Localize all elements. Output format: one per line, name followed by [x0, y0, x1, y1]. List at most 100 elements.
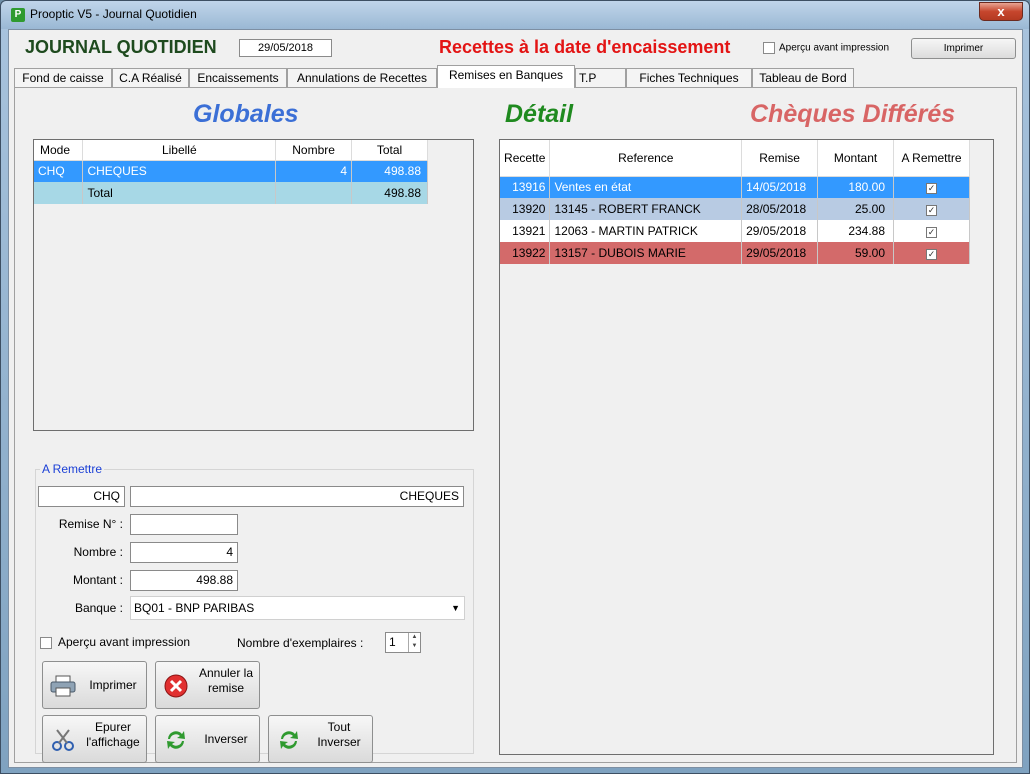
- globales-table: Mode Libellé Nombre Total CHQ CHEQUES 4 …: [34, 140, 428, 204]
- mode-label-field[interactable]: CHEQUES: [130, 486, 464, 507]
- tab-ca-realise[interactable]: C.A Réalisé: [112, 68, 189, 87]
- epurer-affichage-button[interactable]: Epurer l'affichage: [42, 715, 147, 763]
- banque-label: Banque :: [74, 601, 123, 615]
- col-mode[interactable]: Mode: [34, 140, 84, 161]
- inverser-button[interactable]: Inverser: [155, 715, 260, 763]
- close-button[interactable]: x: [979, 2, 1023, 21]
- globales-title: Globales: [193, 100, 299, 128]
- cell-remise: 29/05/2018: [741, 220, 819, 242]
- tab-tableau-de-bord[interactable]: Tableau de Bord: [752, 68, 854, 87]
- tab-encaissements[interactable]: Encaissements: [189, 68, 287, 87]
- tab-annulations[interactable]: Annulations de Recettes: [287, 68, 437, 87]
- apercu-label: Aperçu avant impression: [58, 635, 191, 649]
- cell-recette: 13920: [500, 198, 551, 220]
- a-remettre-checkbox[interactable]: ✓: [926, 183, 937, 195]
- cheques-differes-title: Chèques Différés: [750, 100, 956, 128]
- title-bar: P Prooptic V5 - Journal Quotidien x: [1, 1, 1029, 29]
- detail-title: Détail: [505, 100, 574, 128]
- cell-recette: 13916: [500, 176, 551, 198]
- remise-number-field[interactable]: [130, 514, 238, 535]
- mode-code-field[interactable]: CHQ: [38, 486, 125, 507]
- cell-montant: 59.00: [817, 242, 895, 264]
- col-a-remettre[interactable]: A Remettre: [893, 140, 970, 177]
- table-row-total[interactable]: Total 498.88: [34, 182, 428, 204]
- montant-field[interactable]: 498.88: [130, 570, 238, 591]
- app-window: P Prooptic V5 - Journal Quotidien x JOUR…: [0, 0, 1030, 774]
- montant-label: Montant :: [72, 573, 123, 587]
- col-nombre[interactable]: Nombre: [275, 140, 353, 161]
- col-recette[interactable]: Recette: [500, 140, 551, 177]
- cell-montant: 234.88: [817, 220, 895, 242]
- col-remise[interactable]: Remise: [741, 140, 819, 177]
- cell-total: 498.88: [351, 182, 428, 204]
- cell-mode: CHQ: [34, 160, 84, 182]
- a-remettre-legend: A Remettre: [42, 462, 103, 476]
- tab-remises-en-banques[interactable]: Remises en Banques: [437, 65, 575, 88]
- inverser-label: Inverser: [204, 732, 248, 746]
- a-remettre-checkbox[interactable]: ✓: [926, 205, 937, 216]
- cell-remise: 29/05/2018: [741, 242, 819, 264]
- cell-recette: 13922: [500, 242, 551, 264]
- top-apercu-checkbox[interactable]: Aperçu avant impression: [763, 42, 889, 54]
- nombre-label: Nombre :: [73, 545, 123, 559]
- cell-a-remettre: ✓: [893, 242, 970, 264]
- detail-grid[interactable]: Recette Reference Remise Montant A Remet…: [499, 139, 994, 755]
- col-montant[interactable]: Montant: [817, 140, 895, 177]
- client-area: JOURNAL QUOTIDIEN 29/05/2018 Recettes à …: [8, 29, 1023, 768]
- table-row[interactable]: CHQ CHEQUES 4 498.88: [34, 160, 428, 182]
- col-libelle[interactable]: Libellé: [82, 140, 277, 161]
- exemplaires-value: 1: [389, 635, 396, 649]
- cell-remise: 28/05/2018: [741, 198, 819, 220]
- apercu-box[interactable]: [40, 636, 52, 649]
- tab-fond-de-caisse[interactable]: Fond de caisse: [14, 68, 112, 87]
- chevron-down-icon[interactable]: ▼: [451, 597, 460, 619]
- tab-fiches-techniques[interactable]: Fiches Techniques: [626, 68, 752, 87]
- tab-tp[interactable]: T.P: [575, 68, 626, 87]
- cell-reference: 13157 - DUBOIS MARIE: [549, 242, 743, 264]
- globales-grid[interactable]: Mode Libellé Nombre Total CHQ CHEQUES 4 …: [33, 139, 474, 431]
- cell-montant: 25.00: [817, 198, 895, 220]
- annuler-label-line1: Annuler la: [198, 666, 254, 680]
- col-total[interactable]: Total: [351, 140, 428, 161]
- a-remettre-checkbox[interactable]: ✓: [926, 227, 937, 238]
- top-print-button[interactable]: Imprimer: [911, 38, 1016, 59]
- banque-value: BQ01 - BNP PARIBAS: [134, 601, 255, 615]
- top-apercu-box[interactable]: [763, 42, 775, 54]
- recettes-title: Recettes à la date d'encaissement: [439, 37, 731, 57]
- detail-table: Recette Reference Remise Montant A Remet…: [500, 140, 970, 264]
- annuler-remise-button[interactable]: Annuler la remise: [155, 661, 260, 709]
- cell-a-remettre: ✓: [893, 176, 970, 198]
- cancel-x-icon: [164, 674, 188, 698]
- cell-mode: [34, 182, 84, 204]
- window-title: Prooptic V5 - Journal Quotidien: [30, 7, 197, 21]
- tout-inverser-button[interactable]: Tout Inverser: [268, 715, 373, 763]
- col-reference[interactable]: Reference: [549, 140, 743, 177]
- cell-reference: 12063 - MARTIN PATRICK: [549, 220, 743, 242]
- stepper-arrows-icon[interactable]: ▲ ▼: [408, 633, 420, 652]
- table-row[interactable]: 13916 Ventes en état 14/05/2018 180.00 ✓: [500, 176, 970, 198]
- cell-a-remettre: ✓: [893, 198, 970, 220]
- detail-header-row: Recette Reference Remise Montant A Remet…: [500, 140, 970, 177]
- journal-date-field[interactable]: 29/05/2018: [239, 39, 332, 57]
- table-row[interactable]: 13922 13157 - DUBOIS MARIE 29/05/2018 59…: [500, 242, 970, 264]
- page-title: JOURNAL QUOTIDIEN: [25, 37, 217, 57]
- refresh-arrows-icon: [280, 731, 298, 749]
- tout-label-line1: Tout: [327, 720, 351, 734]
- top-apercu-label: Aperçu avant impression: [779, 42, 890, 54]
- table-row[interactable]: 13921 12063 - MARTIN PATRICK 29/05/2018 …: [500, 220, 970, 242]
- cell-a-remettre: ✓: [893, 220, 970, 242]
- scissors-icon: [52, 729, 74, 751]
- banque-select[interactable]: BQ01 - BNP PARIBAS ▼: [130, 596, 465, 620]
- nombre-field[interactable]: 4: [130, 542, 238, 563]
- epurer-label-line1: Epurer: [94, 720, 132, 734]
- cell-total: 498.88: [351, 160, 428, 182]
- table-row[interactable]: 13920 13145 - ROBERT FRANCK 28/05/2018 2…: [500, 198, 970, 220]
- cell-nombre: [275, 182, 353, 204]
- cell-recette: 13921: [500, 220, 551, 242]
- a-remettre-checkbox[interactable]: ✓: [926, 249, 937, 260]
- exemplaires-stepper[interactable]: 1 ▲ ▼: [385, 632, 421, 653]
- app-logo-icon: P: [11, 8, 25, 22]
- cell-reference: 13145 - ROBERT FRANCK: [549, 198, 743, 220]
- imprimer-button[interactable]: Imprimer: [42, 661, 147, 709]
- apercu-checkbox[interactable]: Aperçu avant impression: [40, 635, 190, 649]
